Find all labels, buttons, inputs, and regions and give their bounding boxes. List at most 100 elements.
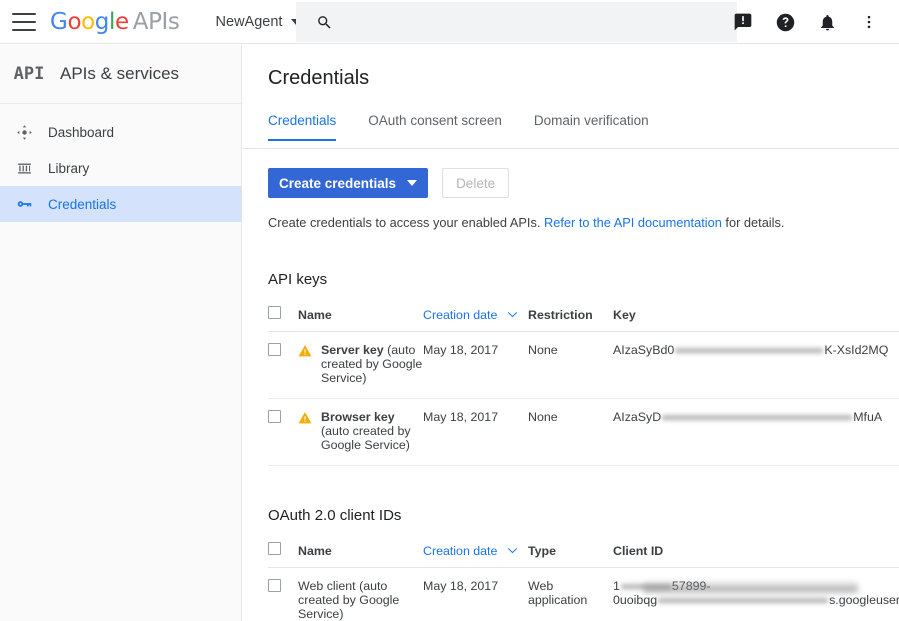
table-row[interactable]: Server key (auto created by Google Servi… (268, 332, 899, 399)
logo-letter-e: e (115, 9, 129, 35)
table-row[interactable]: Web client (auto created by Google Servi… (268, 568, 899, 621)
logo-letter-g2: g (95, 9, 109, 35)
oauth-client-type: Web application (528, 568, 613, 621)
api-key-restriction: None (528, 332, 613, 399)
tab-bar: Credentials OAuth consent screen Domain … (243, 112, 899, 149)
sort-chevron-down-icon (507, 308, 518, 322)
sidebar-item-label: Dashboard (48, 125, 114, 140)
row-checkbox[interactable] (268, 343, 281, 356)
project-name: NewAgent (216, 14, 283, 30)
select-all-header (268, 538, 298, 568)
api-key-restriction: None (528, 399, 613, 466)
row-select-cell (268, 399, 298, 466)
select-all-header (268, 302, 298, 332)
column-header-type[interactable]: Type (528, 538, 613, 568)
column-header-restriction[interactable]: Restriction (528, 302, 613, 332)
row-checkbox[interactable] (268, 410, 281, 423)
delete-button[interactable]: Delete (442, 168, 509, 198)
logo-letter-o1: o (67, 9, 81, 35)
sidebar-item-dashboard[interactable]: Dashboard (0, 114, 241, 150)
sidebar-item-credentials[interactable]: Credentials (0, 186, 241, 222)
oauth-clients-title: OAuth 2.0 client IDs (268, 507, 899, 524)
column-header-name[interactable]: Name (298, 302, 423, 332)
search-icon (316, 14, 333, 31)
sidebar-item-label: Library (48, 161, 89, 176)
oauth-client-type-line2: application (528, 593, 587, 607)
logo-letter-g: G (50, 9, 67, 35)
page-title: Credentials (243, 45, 899, 90)
search-input[interactable] (347, 13, 707, 31)
api-key-name-text: Browser key (auto created by Google Serv… (321, 410, 423, 452)
library-icon (0, 160, 48, 177)
api-key-prefix: AIzaSyD (613, 410, 661, 424)
column-header-name[interactable]: Name (298, 538, 423, 568)
table-header-row: Name Creation date Type Client ID (268, 538, 899, 568)
column-header-creation-date[interactable]: Creation date (423, 538, 528, 568)
chevron-down-icon (407, 180, 417, 186)
column-header-creation-date[interactable]: Creation date (423, 302, 528, 332)
sort-chevron-down-icon (507, 544, 518, 558)
create-credentials-label: Create credentials (279, 176, 396, 191)
row-select-cell (268, 332, 298, 399)
api-key-value: AIzaSyD MfuA (613, 399, 899, 466)
project-selector[interactable]: NewAgent (216, 14, 302, 30)
column-header-creation-date-label: Creation date (423, 308, 497, 322)
table-row[interactable]: Browser key (auto created by Google Serv… (268, 399, 899, 466)
notifications-icon[interactable] (815, 10, 839, 34)
api-key-value: AIzaSyBd0K-XsId2MQ (613, 332, 899, 399)
more-vert-icon[interactable] (857, 10, 881, 34)
google-apis-logo: GoogleAPIs (50, 9, 180, 35)
redaction-blur (662, 413, 852, 422)
api-keys-table: Name Creation date Restriction Key (268, 302, 899, 466)
oauth-clients-section: OAuth 2.0 client IDs Name Creation date (243, 507, 899, 621)
tab-domain-verification[interactable]: Domain verification (534, 113, 649, 139)
api-key-creation-date: May 18, 2017 (423, 332, 528, 399)
key-icon (0, 195, 48, 213)
search-box[interactable] (296, 2, 737, 42)
description-before: Create credentials to access your enable… (268, 215, 544, 230)
oauth-client-name-line3: Service) (298, 607, 343, 621)
action-bar: Create credentials Delete (243, 149, 899, 198)
sidebar-item-label: Credentials (48, 197, 116, 212)
client-id-prefix: 1 (613, 579, 620, 593)
oauth-client-name-line1: Web client (auto (298, 579, 387, 593)
select-all-checkbox[interactable] (268, 542, 281, 555)
sidebar-header: API APIs & services (0, 45, 241, 104)
row-checkbox[interactable] (268, 579, 281, 592)
row-select-cell (268, 568, 298, 621)
api-documentation-link[interactable]: Refer to the API documentation (544, 215, 722, 230)
oauth-client-type-line1: Web (528, 579, 553, 593)
api-key-name-line2: (auto created by Google Service) (321, 424, 411, 452)
column-header-key[interactable]: Key (613, 302, 899, 332)
sidebar-title: APIs & services (60, 64, 179, 84)
tab-credentials[interactable]: Credentials (268, 113, 336, 141)
top-bar-icons (731, 0, 891, 44)
redaction-blur (675, 346, 823, 355)
description-after: for details. (722, 215, 785, 230)
main-content: Credentials Credentials OAuth consent sc… (243, 45, 899, 621)
feedback-icon[interactable] (731, 10, 755, 34)
api-keys-section: API keys Name Creation date (243, 271, 899, 466)
api-keys-title: API keys (268, 271, 899, 288)
api-key-prefix: AIzaSyBd0 (613, 343, 674, 357)
description-text: Create credentials to access your enable… (243, 198, 899, 230)
app-root: GoogleAPIs NewAgent (0, 0, 899, 621)
create-credentials-button[interactable]: Create credentials (268, 168, 428, 198)
warning-icon (298, 344, 312, 357)
tab-oauth-consent-screen[interactable]: OAuth consent screen (368, 113, 502, 139)
top-bar: GoogleAPIs NewAgent (0, 0, 899, 44)
api-logo: API (8, 64, 50, 84)
api-key-suffix: MfuA (853, 410, 882, 424)
column-header-client-id[interactable]: Client ID (613, 538, 899, 568)
oauth-client-id: 157899- 0uoibqgs.googleuser (613, 568, 899, 621)
oauth-client-creation-date: May 18, 2017 (423, 568, 528, 621)
api-key-creation-date: May 18, 2017 (423, 399, 528, 466)
table-header-row: Name Creation date Restriction Key (268, 302, 899, 332)
oauth-client-name-line2: created by Google (298, 593, 399, 607)
sidebar-item-library[interactable]: Library (0, 150, 241, 186)
api-key-name-cell: Browser key (auto created by Google Serv… (298, 399, 423, 466)
help-icon[interactable] (773, 10, 797, 34)
select-all-checkbox[interactable] (268, 306, 281, 319)
redaction-blur (643, 580, 858, 596)
hamburger-icon[interactable] (12, 13, 36, 31)
